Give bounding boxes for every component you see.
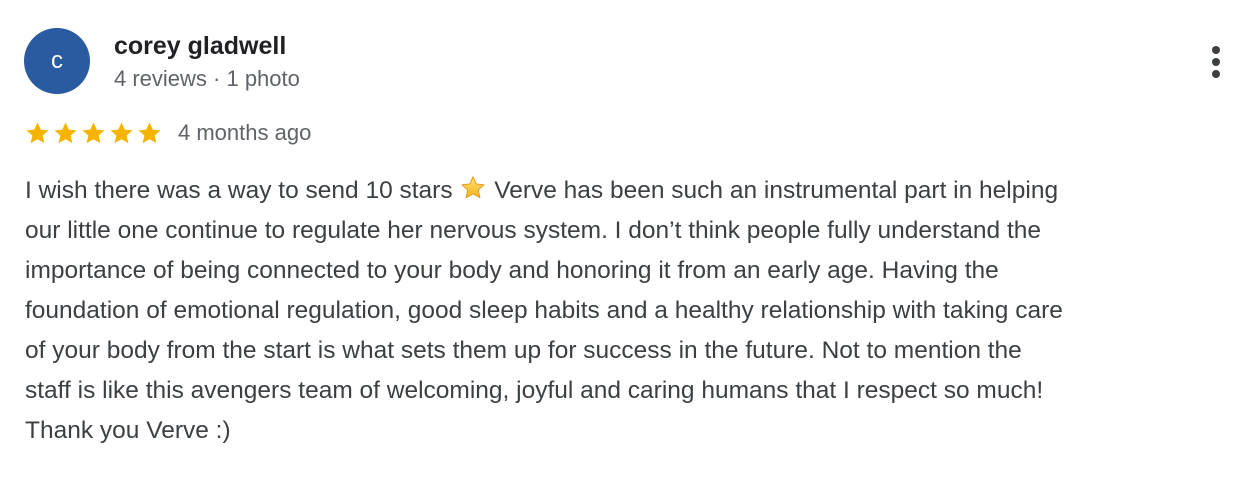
star-icon	[82, 121, 105, 143]
review-text-line: staff is like this avengers team of welc…	[25, 377, 1044, 404]
more-options-button[interactable]	[1200, 40, 1232, 84]
more-vert-icon	[1200, 40, 1232, 84]
star-icon	[110, 121, 133, 143]
star-icon	[26, 121, 49, 143]
review-text-line: of your body from the start is what sets…	[25, 337, 1022, 364]
rating-row: 4 months ago	[24, 117, 311, 149]
star-emoji-icon	[461, 176, 485, 199]
review-text-line: foundation of emotional regulation, good…	[25, 297, 1063, 324]
review-text: I wish there was a way to send 10 stars …	[25, 171, 1235, 451]
review-text-line: our little one continue to regulate her …	[25, 217, 1042, 244]
author-name[interactable]: corey gladwell	[114, 30, 286, 62]
star-icon	[54, 121, 77, 143]
review-date: 4 months ago	[178, 120, 312, 145]
review-text-line: importance of being connected to your bo…	[25, 257, 999, 284]
review-text-line: Thank you Verve :)	[25, 417, 231, 444]
star-icon	[138, 121, 161, 143]
star-rating	[24, 120, 164, 147]
review-card: c corey gladwell 4 reviews · 1 photo 4 m…	[0, 0, 1260, 478]
avatar[interactable]: c	[24, 28, 90, 94]
review-text-line: I wish there was a way to send 10 stars …	[25, 171, 1235, 211]
author-meta[interactable]: 4 reviews · 1 photo	[114, 64, 300, 94]
